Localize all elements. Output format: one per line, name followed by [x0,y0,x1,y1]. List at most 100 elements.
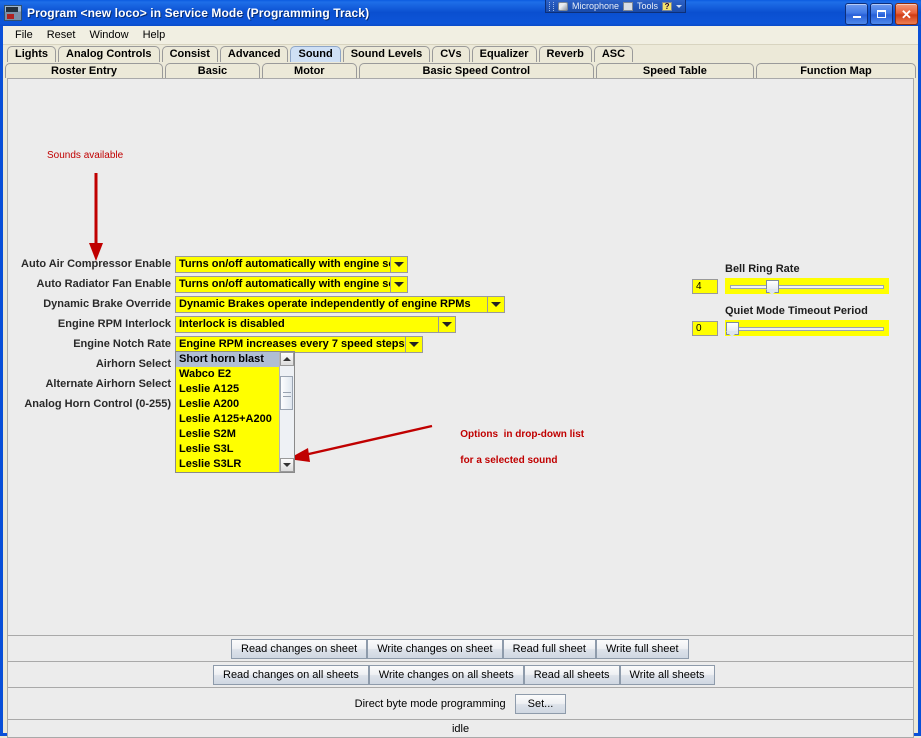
combobox-value-engine-notch-rate[interactable]: Engine RPM increases every 7 speed steps [175,336,405,353]
tab-roster-entry[interactable]: Roster Entry [5,63,163,78]
tab-asc[interactable]: ASC [594,46,633,62]
label-engine-rpm-interlock: Engine RPM Interlock [8,318,175,330]
read-full-sheet-button[interactable]: Read full sheet [503,639,596,659]
tab-sound[interactable]: Sound [290,46,340,62]
read-all-sheets-button[interactable]: Read all sheets [524,665,620,685]
scroll-down-icon[interactable] [280,458,294,472]
microphone-label[interactable]: Microphone [572,0,619,12]
list-item[interactable]: Leslie S3LR [176,457,279,472]
minimize-button[interactable] [845,3,868,25]
scrollbar-track[interactable] [280,366,294,458]
menu-item-file[interactable]: File [9,27,41,44]
combobox-auto-radiator-fan-enable[interactable]: Turns on/off automatically with engine s… [175,276,408,293]
form-row-auto-radiator-fan: Auto Radiator Fan Enable Turns on/off au… [8,274,528,294]
tab-sound-levels[interactable]: Sound Levels [343,46,431,62]
tab-cvs[interactable]: CVs [432,46,469,62]
annotation-dropdown-options: Options in drop-down list for a selected… [438,415,584,480]
annotation-dropdown-line2: for a selected sound [460,455,557,466]
slider-track-bell-ring-rate[interactable] [725,278,889,294]
locomotive-icon [4,5,22,21]
write-changes-on-sheet-button[interactable]: Write changes on sheet [367,639,502,659]
menu-item-help[interactable]: Help [137,27,174,44]
dropdown-scrollbar[interactable] [279,352,294,472]
list-item[interactable]: Leslie A125 [176,382,279,397]
tab-advanced[interactable]: Advanced [220,46,289,62]
chevron-down-icon[interactable] [390,256,408,273]
tab-basic-speed-control[interactable]: Basic Speed Control [359,63,594,78]
list-item[interactable]: Leslie A200 [176,397,279,412]
form-row-dynamic-brake-override: Dynamic Brake Override Dynamic Brakes op… [8,294,528,314]
tab-speed-table[interactable]: Speed Table [596,63,754,78]
slider-bell-ring-rate: Bell Ring Rate 4 [692,263,892,293]
chevron-down-icon[interactable] [487,296,505,313]
drag-grip-icon[interactable] [549,2,554,11]
combobox-value-auto-air-compressor[interactable]: Turns on/off automatically with engine s… [175,256,390,273]
tab-analog-controls[interactable]: Analog Controls [58,46,160,62]
label-auto-radiator-fan-enable: Auto Radiator Fan Enable [8,278,175,290]
combobox-engine-notch-rate[interactable]: Engine RPM increases every 7 speed steps [175,336,423,353]
combobox-dynamic-brake-override[interactable]: Dynamic Brakes operate independently of … [175,296,505,313]
scroll-up-icon[interactable] [280,352,294,366]
set-button[interactable]: Set... [515,694,567,714]
slider-track-quiet-mode-timeout[interactable] [725,320,889,336]
list-item[interactable]: Wabco E2 [176,367,279,382]
tab-lights[interactable]: Lights [7,46,56,62]
tab-motor[interactable]: Motor [262,63,357,78]
secondary-tab-bar: Roster Entry Basic Motor Basic Speed Con… [3,62,918,78]
primary-tab-bar: Lights Analog Controls Consist Advanced … [3,45,918,62]
annotation-sounds-available: Sounds available [47,150,123,161]
combobox-auto-air-compressor-enable[interactable]: Turns on/off automatically with engine s… [175,256,408,273]
combobox-value-auto-radiator-fan[interactable]: Turns on/off automatically with engine s… [175,276,390,293]
all-sheets-button-bar: Read changes on all sheets Write changes… [7,662,914,688]
combobox-value-dynamic-brake-override[interactable]: Dynamic Brakes operate independently of … [175,296,487,313]
slider-groove [730,327,884,331]
list-item[interactable]: Leslie A125+A200 [176,412,279,427]
combobox-value-engine-rpm-interlock[interactable]: Interlock is disabled [175,316,438,333]
list-item[interactable]: Leslie S3L [176,442,279,457]
close-button[interactable]: ✕ [895,3,918,25]
chevron-down-icon[interactable] [405,336,423,353]
write-full-sheet-button[interactable]: Write full sheet [596,639,689,659]
slider-thumb-quiet-mode-timeout[interactable] [726,322,739,335]
application-window: Program <new loco> in Service Mode (Prog… [0,0,921,736]
value-bell-ring-rate[interactable]: 4 [692,279,718,294]
dropdown-options: Short horn blast Wabco E2 Leslie A125 Le… [176,352,279,472]
direct-byte-mode-bar: Direct byte mode programming Set... [7,688,914,720]
floating-language-toolbar[interactable]: Microphone Tools ? [545,0,686,13]
slider-quiet-mode-timeout: Quiet Mode Timeout Period 0 [692,305,892,335]
annotation-dropdown-line1: Options in drop-down list [460,429,584,440]
tools-label[interactable]: Tools [637,0,658,12]
read-changes-on-all-sheets-button[interactable]: Read changes on all sheets [213,665,369,685]
sheet-button-bar: Read changes on sheet Write changes on s… [7,636,914,662]
sound-settings-panel: Sounds available Options in drop-down li… [7,78,914,636]
tab-basic[interactable]: Basic [165,63,260,78]
write-all-sheets-button[interactable]: Write all sheets [620,665,715,685]
label-engine-notch-rate: Engine Notch Rate [8,338,175,350]
scrollbar-thumb[interactable] [280,376,293,410]
menu-item-reset[interactable]: Reset [41,27,84,44]
dropdown-list-analog-horn-control[interactable]: Short horn blast Wabco E2 Leslie A125 Le… [175,351,295,473]
chevron-down-icon[interactable] [438,316,456,333]
title-bar: Program <new loco> in Service Mode (Prog… [0,0,921,26]
tab-function-map[interactable]: Function Map [756,63,916,78]
maximize-icon [877,10,886,18]
menu-item-window[interactable]: Window [83,27,136,44]
tab-reverb[interactable]: Reverb [539,46,592,62]
combobox-engine-rpm-interlock[interactable]: Interlock is disabled [175,316,456,333]
chevron-down-icon[interactable] [390,276,408,293]
maximize-button[interactable] [870,3,893,25]
form-row-engine-rpm-interlock: Engine RPM Interlock Interlock is disabl… [8,314,528,334]
microphone-icon[interactable] [558,2,568,11]
value-quiet-mode-timeout[interactable]: 0 [692,321,718,336]
write-changes-on-all-sheets-button[interactable]: Write changes on all sheets [369,665,524,685]
slider-thumb-bell-ring-rate[interactable] [766,280,779,293]
read-changes-on-sheet-button[interactable]: Read changes on sheet [231,639,367,659]
help-icon[interactable]: ? [662,2,672,11]
tab-consist[interactable]: Consist [162,46,218,62]
tab-equalizer[interactable]: Equalizer [472,46,537,62]
list-item[interactable]: Leslie S2M [176,427,279,442]
label-quiet-mode-timeout-period: Quiet Mode Timeout Period [725,305,868,317]
chevron-down-icon[interactable] [676,5,682,8]
list-item[interactable]: Short horn blast [176,352,279,367]
tools-icon[interactable] [623,2,633,11]
